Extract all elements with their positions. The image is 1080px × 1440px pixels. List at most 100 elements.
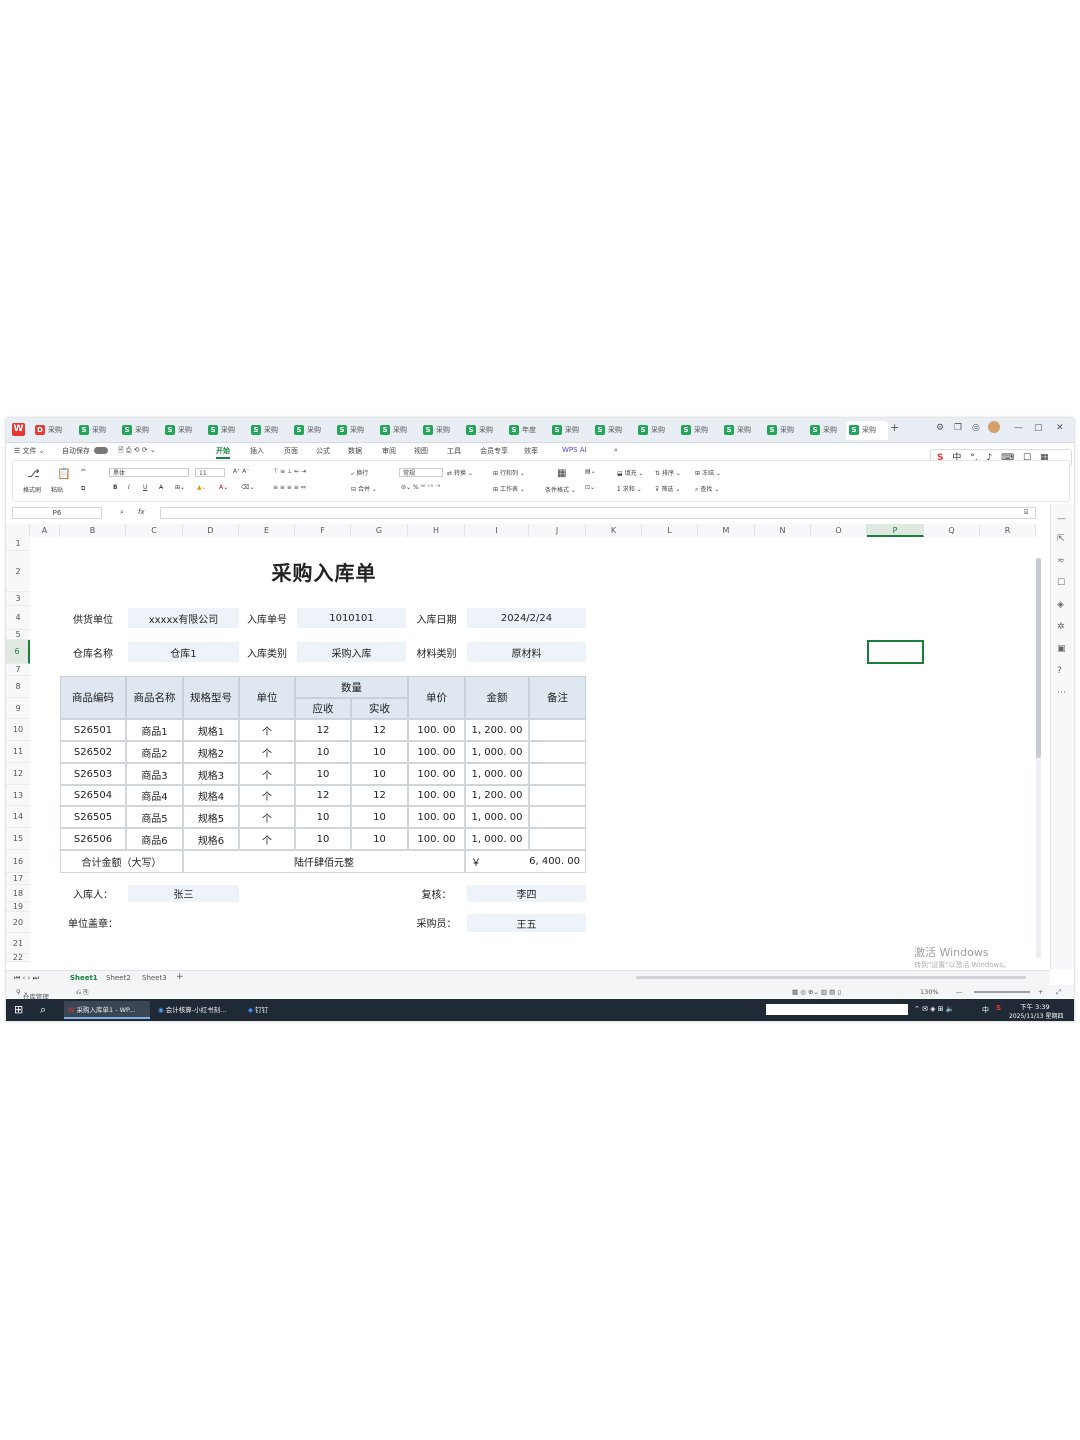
item-price[interactable]: 100. 00 [408, 719, 465, 741]
column-header[interactable]: H [408, 524, 465, 537]
document-tab[interactable]: S 采购 [76, 421, 118, 440]
item-amount[interactable]: 1, 200. 00 [465, 719, 529, 741]
view-icons[interactable]: ▦ ◎ ⊕⌄ ▥ ▤ ▯ [792, 988, 841, 996]
window-icon[interactable]: ❐ [954, 423, 962, 433]
item-qty-due[interactable]: 10 [295, 828, 351, 850]
taskbar-app-dingtalk[interactable]: ◆ 钉钉 [244, 1001, 298, 1019]
item-qty-due[interactable]: 12 [295, 785, 351, 806]
item-price[interactable]: 100. 00 [408, 828, 465, 850]
header-code[interactable]: 商品编码 [60, 676, 126, 719]
item-name[interactable]: 商品2 [126, 741, 183, 763]
receiver-label[interactable]: 入库人： [60, 885, 126, 902]
menu-review[interactable]: 审阅 [382, 446, 396, 456]
warehouse-label[interactable]: 仓库名称 [60, 640, 126, 664]
align-top-icons[interactable]: ⊤ ≡ ⊥ ⇤ ⇥ [273, 468, 306, 475]
column-header[interactable]: J [529, 524, 586, 537]
document-tab[interactable]: S 年度 [506, 421, 548, 440]
shape-icon[interactable]: ◈ [1057, 600, 1064, 610]
horizontal-scrollbar[interactable] [636, 976, 1026, 979]
new-tab-button[interactable]: + [890, 421, 899, 434]
item-amount[interactable]: 1, 000. 00 [465, 806, 529, 828]
receipt-type-value[interactable]: 采购入库 [297, 642, 406, 662]
status-icons[interactable]: ⎌ ⎘ [76, 988, 88, 997]
freeze-button[interactable]: ⊞ 冻结 ⌄ [695, 468, 721, 477]
document-tab[interactable]: S 采购 [549, 421, 591, 440]
item-amount[interactable]: 1, 000. 00 [465, 763, 529, 785]
filter-button[interactable]: ⊽ 筛选 ⌄ [655, 484, 680, 493]
note-icon[interactable]: ☐ [1057, 578, 1065, 588]
sum-button[interactable]: Σ 求和 ⌄ [617, 484, 642, 493]
item-remark[interactable] [529, 806, 586, 828]
receiver-value[interactable]: 张三 [128, 885, 239, 902]
document-tab[interactable]: S 采购 [162, 421, 204, 440]
tool-icon[interactable]: ✲ [1057, 622, 1065, 632]
quick-access-icons[interactable]: 🗎 ⎙ ⟲ ⟳ ⌄ [118, 446, 156, 457]
total-label[interactable]: 合计金额（大写） [60, 850, 183, 873]
format-painter-icon[interactable]: ⎇ [27, 467, 40, 480]
paste-label[interactable]: 粘贴 [51, 485, 63, 494]
column-header[interactable]: K [586, 524, 642, 537]
fill-button[interactable]: ⬓ 填充 ⌄ [617, 468, 644, 477]
zoom-formula-icon[interactable]: ⌕ [120, 508, 124, 517]
font-name-select[interactable]: 黑体 [109, 468, 189, 477]
bold-button[interactable]: B [113, 484, 118, 491]
file-menu[interactable]: ☰ 文件 ⌄ [14, 446, 45, 456]
document-tab-active[interactable]: S 采购 [846, 421, 888, 440]
minimize-icon[interactable]: — [1014, 423, 1023, 433]
column-header[interactable]: M [698, 524, 755, 537]
document-tab[interactable]: S 采购 [463, 421, 505, 440]
supplier-value[interactable]: xxxxx有限公司 [128, 608, 239, 628]
item-amount[interactable]: 1, 000. 00 [465, 828, 529, 850]
search-icon[interactable]: ⌕ [40, 1003, 46, 1017]
menu-view[interactable]: 视图 [414, 446, 428, 456]
merge-button[interactable]: ⊟ 合并 ⌄ [351, 484, 377, 493]
item-unit[interactable]: 个 [239, 806, 295, 828]
item-price[interactable]: 100. 00 [408, 763, 465, 785]
worksheet-button[interactable]: ⊞ 工作表 ⌄ [493, 484, 525, 493]
reviewer-value[interactable]: 李四 [467, 885, 586, 902]
total-words[interactable]: 陆仟肆佰元整 [183, 850, 465, 873]
warehouse-value[interactable]: 仓库1 [128, 642, 239, 662]
skin-icon[interactable]: ◎ [972, 423, 980, 433]
sort-button[interactable]: ⇅ 排序 ⌄ [655, 468, 681, 477]
column-header[interactable]: G [351, 524, 408, 537]
taskbar-app-wps[interactable]: W 采购入库单1 - WP... [64, 1001, 150, 1019]
item-qty-recv[interactable]: 10 [351, 806, 408, 828]
sheet-tab-active[interactable]: Sheet1 [70, 974, 98, 982]
book-icon[interactable]: ▣ [1057, 644, 1066, 654]
supplier-label[interactable]: 供货单位 [60, 606, 126, 630]
receipt-date-label[interactable]: 入库日期 [408, 606, 465, 630]
row-header[interactable]: 5 [6, 630, 30, 640]
sheet-tab[interactable]: Sheet2 [106, 974, 131, 982]
item-code[interactable]: S26501 [60, 719, 126, 741]
item-qty-recv[interactable]: 12 [351, 785, 408, 806]
paste-icon[interactable]: 📋 [57, 467, 71, 480]
conditional-format-button[interactable]: 条件格式 ⌄ [545, 485, 576, 494]
document-tab[interactable]: S 采购 [377, 421, 419, 440]
column-header[interactable]: I [465, 524, 529, 537]
expand-formula-icon[interactable]: ⌸ [1024, 508, 1028, 517]
tray-ime[interactable]: 中 [982, 1005, 989, 1015]
item-remark[interactable] [529, 763, 586, 785]
menu-tools[interactable]: 工具 [447, 446, 461, 456]
help-icon[interactable]: ? [1057, 666, 1062, 676]
item-amount[interactable]: 1, 000. 00 [465, 741, 529, 763]
receipt-no-value[interactable]: 1010101 [297, 608, 406, 628]
row-header[interactable]: 8 [6, 676, 30, 698]
item-remark[interactable] [529, 785, 586, 806]
document-tab[interactable]: S 采购 [592, 421, 634, 440]
menu-page[interactable]: 页面 [284, 446, 298, 456]
sogou-tray-icon[interactable]: S [996, 1004, 1001, 1012]
workbook-status[interactable]: ⚲ 仓库管理 ⌄ [16, 988, 49, 1001]
item-code[interactable]: S26503 [60, 763, 126, 785]
document-tab[interactable]: S 采购 [721, 421, 763, 440]
column-header[interactable]: B [60, 524, 126, 537]
item-unit[interactable]: 个 [239, 828, 295, 850]
reviewer-label[interactable]: 复核： [408, 885, 465, 902]
row-header[interactable]: 1 [6, 537, 30, 551]
row-header[interactable]: 9 [6, 698, 30, 719]
document-tab[interactable]: S 采购 [119, 421, 161, 440]
taskbar-search-box[interactable] [766, 1004, 908, 1015]
item-name[interactable]: 商品6 [126, 828, 183, 850]
header-price[interactable]: 单价 [408, 676, 465, 719]
